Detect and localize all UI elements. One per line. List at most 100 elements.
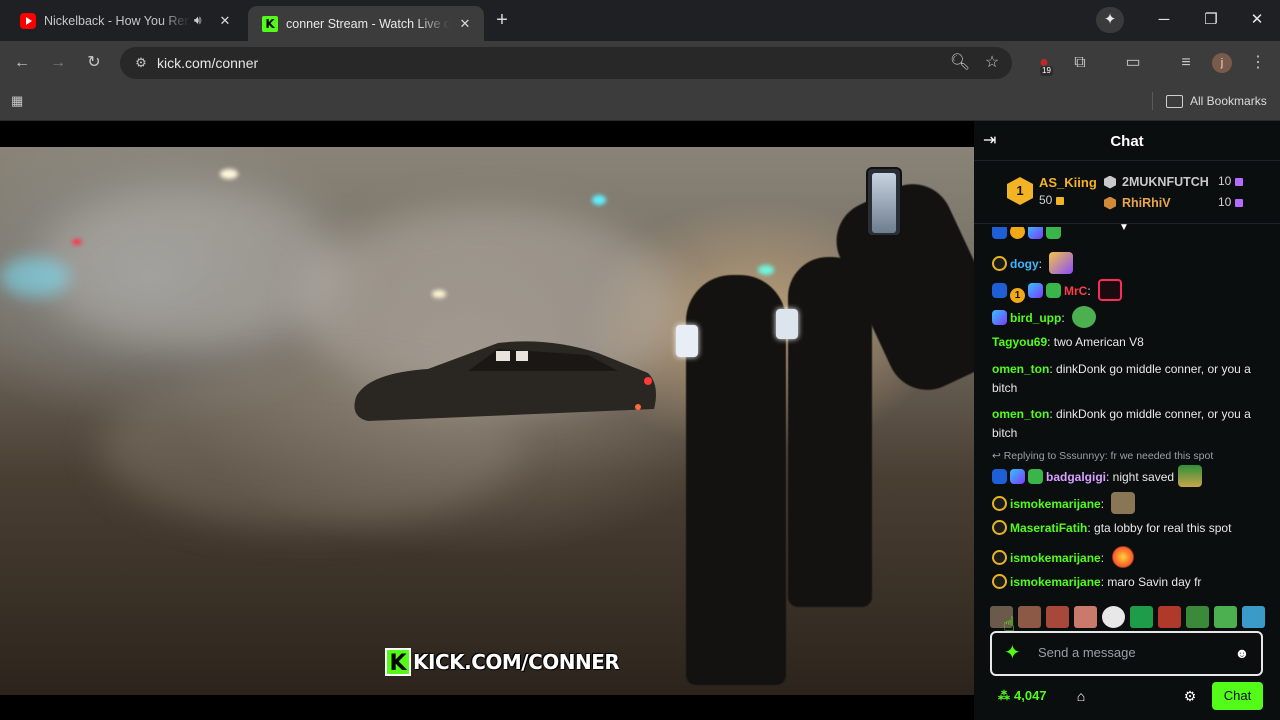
og-badge-icon bbox=[992, 256, 1007, 271]
chat-username[interactable]: ismokemarijane bbox=[1010, 497, 1101, 511]
gift-icon bbox=[1235, 198, 1244, 207]
phone bbox=[676, 325, 698, 357]
chat-footer: ⁂ 4,047 ⌂ ⚙︎ Chat bbox=[974, 681, 1280, 720]
all-bookmarks-button[interactable]: All Bookmarks bbox=[1166, 91, 1267, 111]
person-silhouette bbox=[788, 257, 872, 607]
chat-username[interactable]: Tagyou69 bbox=[992, 335, 1047, 349]
leader-1-name[interactable]: AS_Kiing bbox=[1039, 175, 1097, 190]
tab-strip: Nickelback - How You Remind Me 🔊︎ ✕ K co… bbox=[0, 0, 1280, 41]
site-info-icon[interactable]: ⚙︎ bbox=[130, 52, 152, 74]
cursor-hand-icon: ☝︎ bbox=[1003, 614, 1016, 636]
chat-messages: dogy: 1 MrC: bird_upp: Tagyou69: two Amer… bbox=[974, 227, 1280, 609]
points-value: 4,047 bbox=[1014, 688, 1047, 703]
chat-username[interactable]: omen_ton bbox=[992, 407, 1049, 421]
close-icon[interactable]: ✕ bbox=[216, 12, 234, 30]
leader-3-value: 10 bbox=[1218, 195, 1244, 209]
chat-username[interactable]: bird_upp bbox=[1010, 311, 1061, 325]
emote-button[interactable] bbox=[1158, 606, 1181, 628]
url-text[interactable]: kick.com/conner bbox=[157, 55, 258, 71]
og-badge-icon bbox=[992, 520, 1007, 535]
emote-button[interactable] bbox=[1102, 606, 1125, 628]
tab-kick[interactable]: K conner Stream - Watch Live on Kick ✕ bbox=[248, 6, 484, 41]
chat-username[interactable]: MaseratiFatih bbox=[1010, 521, 1087, 535]
emote-icon bbox=[1178, 465, 1203, 487]
chat-username[interactable]: MrC bbox=[1064, 284, 1087, 298]
send-chat-button[interactable]: Chat bbox=[1212, 682, 1263, 710]
tab-title: Nickelback - How You Remind Me bbox=[44, 13, 190, 28]
emote-button[interactable] bbox=[1186, 606, 1209, 628]
chat-username[interactable]: dogy bbox=[1010, 257, 1039, 271]
og-badge-icon bbox=[992, 550, 1007, 565]
video-player[interactable]: K KICK.COM/CONNER bbox=[0, 121, 974, 720]
emote-button[interactable] bbox=[1242, 606, 1265, 628]
emoji-picker-icon[interactable]: ☻ bbox=[1234, 645, 1250, 661]
chat-username[interactable]: ismokemarijane bbox=[1010, 575, 1101, 589]
gemini-icon[interactable]: ✦ bbox=[1096, 7, 1124, 33]
close-icon[interactable]: ✕ bbox=[456, 15, 474, 33]
person-silhouette bbox=[686, 275, 786, 685]
street-light bbox=[72, 239, 82, 245]
quick-emote-bar bbox=[990, 606, 1270, 632]
chat-message bbox=[992, 227, 1266, 242]
speaker-icon[interactable]: 🔊︎ bbox=[194, 13, 210, 28]
chat-input[interactable]: ✦ Send a message ☻ bbox=[990, 631, 1263, 676]
chat-message: ismokemarijane: maro Savin day fr bbox=[992, 573, 1266, 592]
gift-icon bbox=[1235, 177, 1244, 186]
badge-icon bbox=[1046, 227, 1061, 239]
reply-context[interactable]: ↩ Replying to Sssunnyy: fr we needed thi… bbox=[992, 450, 1266, 462]
leader-2-row[interactable]: 2MUKNFUTCH bbox=[1104, 174, 1209, 190]
video-frame[interactable] bbox=[0, 147, 974, 695]
back-icon[interactable]: ← bbox=[8, 49, 36, 77]
settings-gear-icon[interactable]: ⚙︎ bbox=[1181, 686, 1199, 706]
badge-icon bbox=[992, 469, 1007, 484]
sparkle-icon[interactable]: ✦ bbox=[1004, 643, 1024, 663]
window-close-icon[interactable]: ✕ bbox=[1242, 6, 1272, 34]
store-icon[interactable]: ⌂ bbox=[1071, 686, 1091, 706]
bookmark-star-icon[interactable]: ☆ bbox=[978, 49, 1006, 77]
leader-3-row[interactable]: RhiRhiV bbox=[1104, 195, 1171, 211]
screen-search-icon[interactable]: ▭ bbox=[1119, 49, 1147, 77]
folder-icon bbox=[1166, 94, 1183, 108]
chat-text: night saved bbox=[1112, 470, 1175, 484]
reload-icon[interactable]: ↻ bbox=[80, 49, 108, 77]
chat-title: Chat bbox=[1110, 133, 1144, 150]
minimize-icon[interactable]: ─ bbox=[1149, 6, 1179, 34]
forward-icon[interactable]: → bbox=[44, 49, 72, 77]
tab-youtube[interactable]: Nickelback - How You Remind Me 🔊︎ ✕ bbox=[6, 6, 244, 35]
bookmarks-bar bbox=[0, 85, 1280, 121]
menu-icon[interactable]: ⋮ bbox=[1244, 49, 1272, 77]
car bbox=[354, 341, 656, 421]
restore-icon[interactable]: ❐ bbox=[1196, 6, 1226, 34]
tab-title: conner Stream - Watch Live on Kick bbox=[286, 16, 450, 31]
watermark-text: KICK.COM/CONNER bbox=[413, 650, 620, 674]
emote-icon bbox=[1111, 546, 1136, 568]
chat-message: 1 MrC: bbox=[992, 279, 1266, 303]
chat-input-placeholder[interactable]: Send a message bbox=[1038, 645, 1136, 660]
chat-username[interactable]: omen_ton bbox=[992, 362, 1049, 376]
channel-points[interactable]: ⁂ 4,047 bbox=[998, 688, 1047, 703]
zoom-icon[interactable]: 🔍︎ bbox=[946, 49, 974, 77]
emote-button[interactable] bbox=[1214, 606, 1237, 628]
street-light bbox=[592, 195, 606, 205]
emote-button[interactable] bbox=[1074, 606, 1097, 628]
kick-icon: K bbox=[262, 15, 278, 32]
leader-3-name: RhiRhiV bbox=[1122, 196, 1171, 210]
chat-message: MaseratiFatih: gta lobby for real this s… bbox=[992, 519, 1266, 538]
profile-avatar[interactable]: j bbox=[1212, 53, 1232, 73]
apps-grid-icon[interactable]: ▦ bbox=[11, 92, 29, 110]
emote-button[interactable] bbox=[1130, 606, 1153, 628]
chat-username[interactable]: badgalgigi bbox=[1046, 470, 1106, 484]
badge-icon bbox=[1028, 469, 1043, 484]
media-control-icon[interactable]: ≡ bbox=[1172, 49, 1200, 77]
rank-1-badge: 1 bbox=[1007, 177, 1033, 205]
badge-icon bbox=[992, 227, 1007, 239]
chat-username[interactable]: ismokemarijane bbox=[1010, 551, 1101, 565]
chat-message: ismokemarijane: bbox=[992, 546, 1266, 568]
new-tab-button[interactable]: + bbox=[492, 10, 512, 30]
og-badge-icon bbox=[992, 574, 1007, 589]
phone bbox=[866, 167, 902, 237]
emote-button[interactable] bbox=[1046, 606, 1069, 628]
chat-message: badgalgigi: night saved bbox=[992, 465, 1266, 487]
extensions-puzzle-icon[interactable]: ⧉ bbox=[1066, 49, 1094, 77]
chat-header: ⇥ Chat bbox=[974, 121, 1280, 161]
